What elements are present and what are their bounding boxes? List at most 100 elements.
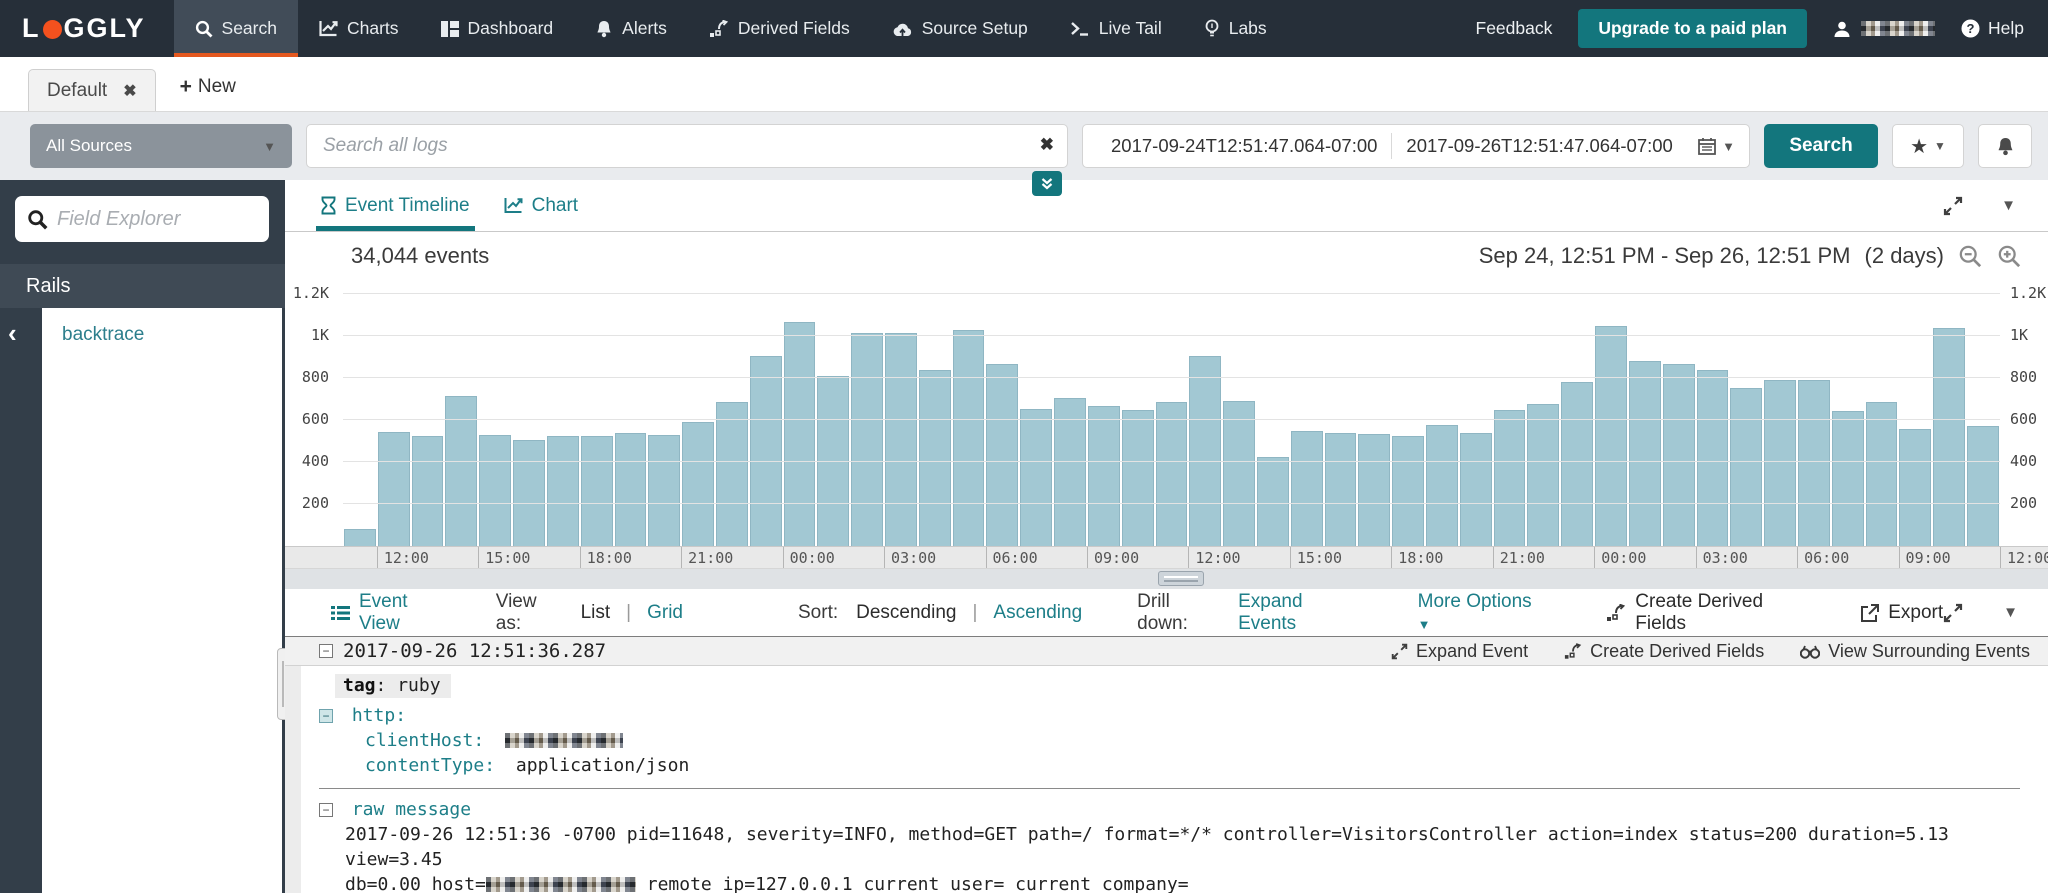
panel-menu-chevron-icon[interactable]: ▼: [2001, 197, 2016, 214]
zoom-in-icon[interactable]: [1997, 244, 2022, 269]
histogram-bar[interactable]: [1156, 402, 1188, 546]
content-type-key[interactable]: contentType:: [365, 755, 495, 776]
collapse-raw-icon[interactable]: −: [319, 803, 333, 817]
expand-events-option[interactable]: Expand Events: [1238, 591, 1358, 635]
view-surrounding-events-button[interactable]: View Surrounding Events: [1800, 641, 2030, 662]
panel-menu-chevron-icon[interactable]: ▼: [2003, 604, 2018, 621]
close-tab-icon[interactable]: ✖: [123, 81, 136, 101]
help-menu[interactable]: ? Help: [1961, 18, 2024, 39]
histogram-bar[interactable]: [1291, 431, 1323, 546]
sidebar-section-rails[interactable]: Rails: [0, 264, 285, 308]
histogram-bar[interactable]: [1392, 436, 1424, 546]
histogram-bar[interactable]: [1223, 401, 1255, 546]
histogram-bar[interactable]: [1967, 426, 1999, 546]
calendar-dropdown[interactable]: ▼: [1698, 137, 1735, 155]
expand-search-chevrons-button[interactable]: [1032, 171, 1062, 196]
histogram-bar[interactable]: [547, 436, 579, 546]
histogram-bar[interactable]: [851, 333, 883, 546]
histogram-bar[interactable]: [1358, 434, 1390, 546]
collapse-event-icon[interactable]: −: [319, 644, 333, 658]
histogram-bar[interactable]: [1899, 429, 1931, 546]
histogram-bar[interactable]: [1798, 380, 1830, 546]
http-key[interactable]: http:: [352, 705, 406, 726]
zoom-out-icon[interactable]: [1958, 244, 1983, 269]
histogram-bar[interactable]: [716, 402, 748, 546]
clear-search-icon[interactable]: ✖: [1040, 135, 1054, 155]
client-host-key[interactable]: clientHost:: [365, 730, 484, 751]
chart-scrollbar-track[interactable]: [285, 569, 2048, 589]
field-link-backtrace[interactable]: backtrace: [62, 324, 144, 346]
loggly-logo[interactable]: L GGLY: [0, 0, 174, 57]
histogram-bar[interactable]: [1764, 380, 1796, 546]
expand-event-button[interactable]: Expand Event: [1391, 641, 1528, 662]
histogram-bar[interactable]: [1527, 404, 1559, 546]
histogram-bar[interactable]: [1663, 364, 1695, 546]
expand-panel-icon[interactable]: [1943, 603, 1963, 623]
histogram-bar[interactable]: [1054, 398, 1086, 546]
upgrade-button[interactable]: Upgrade to a paid plan: [1578, 9, 1807, 48]
histogram-bar[interactable]: [885, 333, 917, 546]
histogram-bar[interactable]: [1494, 410, 1526, 546]
histogram-bar[interactable]: [513, 440, 545, 546]
sidebar-collapse-chevron-icon[interactable]: ‹: [8, 320, 17, 346]
histogram-bar[interactable]: [750, 356, 782, 546]
field-explorer-input[interactable]: [57, 208, 227, 231]
date-to-field[interactable]: 2017-09-26T12:51:47.064-07:00: [1392, 135, 1686, 157]
histogram-bar[interactable]: [986, 364, 1018, 546]
feedback-link[interactable]: Feedback: [1476, 18, 1553, 39]
collapse-http-icon[interactable]: −: [319, 709, 333, 723]
view-list-option[interactable]: List: [581, 602, 611, 624]
histogram-bar[interactable]: [682, 422, 714, 546]
raw-message-label[interactable]: raw message: [352, 799, 471, 820]
histogram-bar[interactable]: [1460, 433, 1492, 546]
histogram-bar[interactable]: [919, 370, 951, 546]
create-derived-fields-button[interactable]: Create Derived Fields: [1564, 641, 1764, 662]
search-button[interactable]: Search: [1764, 124, 1878, 168]
histogram-bar[interactable]: [581, 436, 613, 546]
new-tab-button[interactable]: + New: [180, 75, 236, 99]
histogram-bar[interactable]: [1697, 370, 1729, 546]
histogram-bar[interactable]: [1122, 410, 1154, 546]
tab-default[interactable]: Default ✖: [28, 69, 156, 111]
search-input[interactable]: [306, 124, 1068, 168]
more-options-menu[interactable]: More Options ▼: [1418, 591, 1542, 635]
expand-panel-icon[interactable]: [1943, 196, 1963, 216]
histogram-bar[interactable]: [1426, 425, 1458, 546]
nav-item-charts[interactable]: Charts: [298, 0, 420, 57]
tab-chart[interactable]: Chart: [504, 180, 578, 231]
histogram-bar[interactable]: [1595, 326, 1627, 546]
histogram-bar[interactable]: [1325, 433, 1357, 546]
histogram-bar[interactable]: [479, 435, 511, 546]
view-grid-option[interactable]: Grid: [647, 602, 683, 624]
histogram-bar[interactable]: [953, 330, 985, 546]
histogram-bar[interactable]: [1730, 388, 1762, 546]
histogram-bar[interactable]: [344, 529, 376, 546]
export-button[interactable]: Export: [1860, 602, 1943, 624]
histogram-bar[interactable]: [1629, 361, 1661, 546]
histogram-bar[interactable]: [784, 322, 816, 546]
create-derived-fields-button[interactable]: Create Derived Fields: [1606, 591, 1805, 635]
sort-descending-option[interactable]: Descending: [856, 602, 956, 624]
saved-searches-button[interactable]: ★ ▼: [1892, 124, 1964, 168]
alerts-bell-button[interactable]: [1978, 124, 2032, 168]
histogram-bar[interactable]: [1257, 457, 1289, 546]
all-sources-dropdown[interactable]: All Sources ▼: [30, 124, 292, 168]
date-from-field[interactable]: 2017-09-24T12:51:47.064-07:00: [1097, 135, 1391, 157]
histogram-bar[interactable]: [1933, 328, 1965, 546]
histogram-bar[interactable]: [615, 433, 647, 546]
sort-ascending-option[interactable]: Ascending: [993, 602, 1082, 624]
nav-item-labs[interactable]: Labs: [1183, 0, 1288, 57]
tab-event-timeline[interactable]: Event Timeline: [321, 180, 470, 231]
nav-item-derived-fields[interactable]: Derived Fields: [688, 0, 871, 57]
nav-item-dashboard[interactable]: Dashboard: [420, 0, 575, 57]
histogram-bar[interactable]: [1189, 356, 1221, 546]
histogram-bar[interactable]: [1832, 411, 1864, 546]
nav-item-alerts[interactable]: Alerts: [574, 0, 688, 57]
histogram-bar[interactable]: [1088, 406, 1120, 546]
histogram-bar[interactable]: [1866, 402, 1898, 546]
histogram-bar[interactable]: [412, 436, 444, 546]
tag-chip[interactable]: tag: ruby: [335, 674, 451, 698]
chart-scrollbar-handle[interactable]: [1158, 571, 1204, 586]
nav-item-search[interactable]: Search: [174, 0, 298, 57]
histogram-bar[interactable]: [648, 435, 680, 546]
